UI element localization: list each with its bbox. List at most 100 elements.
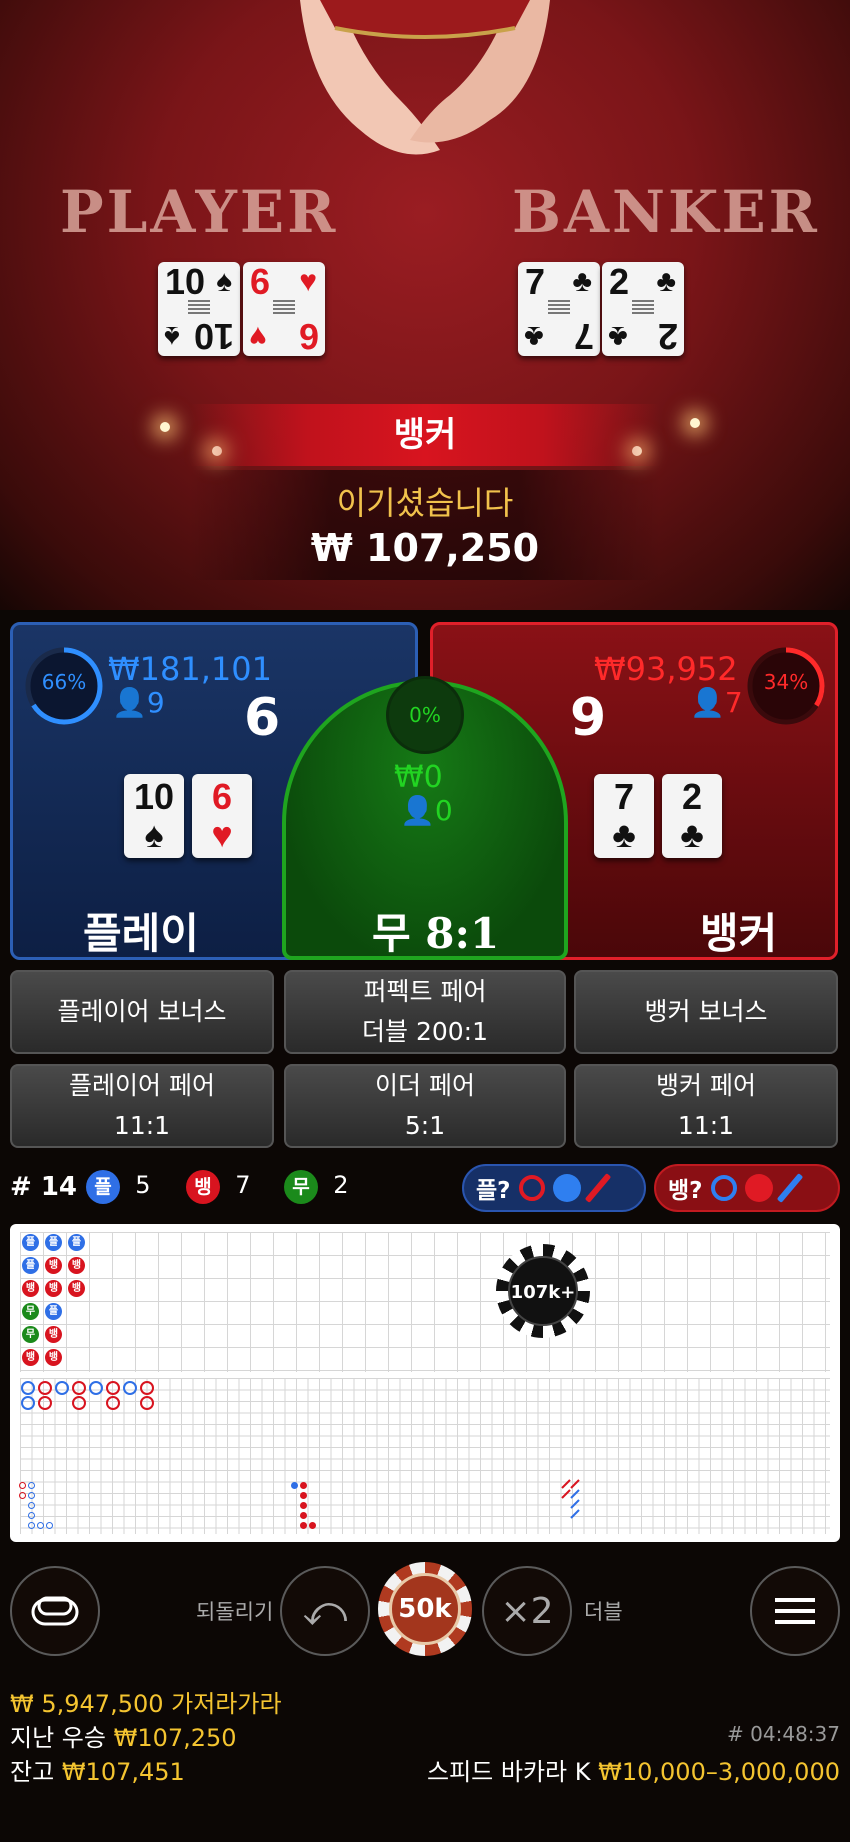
bead: 뱅 <box>68 1257 85 1274</box>
win-panel: 이기셨습니다 ₩ 107,250 <box>190 470 660 580</box>
big-eye-cell <box>28 1492 35 1499</box>
player-score: 6 <box>244 688 281 748</box>
menu-button[interactable] <box>750 1566 840 1656</box>
person-icon: 👤 <box>400 794 435 827</box>
big-road-cell <box>140 1381 154 1395</box>
double-button[interactable]: ×2 <box>482 1566 572 1656</box>
bead: 뱅 <box>45 1280 62 1297</box>
big-road-cell <box>38 1396 52 1410</box>
big-eye-cell <box>19 1492 26 1499</box>
table-icon <box>31 1596 79 1626</box>
small-road-cell <box>300 1482 307 1489</box>
chip-selector[interactable]: 50k <box>378 1562 472 1656</box>
big-road-cell <box>72 1381 86 1395</box>
big-road-cell <box>106 1396 120 1410</box>
double-label: 더블 <box>584 1600 623 1624</box>
big-road-cell <box>106 1381 120 1395</box>
banker-bettor-count: 👤7 <box>690 686 743 719</box>
player-bettor-count: 👤9 <box>112 686 165 719</box>
banker-pair-button[interactable]: 뱅커 페어 11:1 <box>574 1064 838 1148</box>
big-eye-cell <box>37 1522 44 1529</box>
player-win-count: 플 5 <box>86 1170 151 1204</box>
big-eye-cell <box>28 1512 35 1519</box>
small-road-cell <box>300 1492 307 1499</box>
small-road-cell <box>300 1522 307 1529</box>
tie-win-count: 무 2 <box>284 1170 349 1204</box>
table-player-card-2: 6 ♥ 6 ♥ <box>243 262 325 357</box>
small-road-cell <box>309 1522 316 1529</box>
game-time: # 04:48:37 <box>727 1722 840 1746</box>
table-view-button[interactable] <box>10 1566 100 1656</box>
big-road-cell <box>140 1396 154 1410</box>
last-win-info: 지난 우승 ₩107,250 <box>10 1724 237 1752</box>
player-bonus-button[interactable]: 플레이어 보너스 <box>10 970 274 1054</box>
dealer-table-video: PLAYER BANKER 10 ♠ 10 ♠ 6 ♥ 6 ♥ 7 ♣ 7 ♣ 2 ♣ 2 ♣ … <box>0 0 850 610</box>
player-total-bet: ₩181,101 <box>108 650 272 688</box>
big-road-cell <box>72 1396 86 1410</box>
hamburger-icon <box>775 1598 815 1624</box>
balance-info: 잔고 ₩107,451 <box>10 1758 185 1786</box>
undo-label: 되돌리기 <box>196 1600 274 1624</box>
banker-card-2: 2 ♣ <box>662 774 722 858</box>
banker-prediction-button[interactable]: 뱅? <box>654 1164 840 1212</box>
banker-score: 9 <box>570 688 607 748</box>
bead: 뱅 <box>22 1280 39 1297</box>
banker-table-label: BANKER <box>512 178 820 246</box>
undo-icon: ⤺ <box>302 1586 348 1635</box>
bead: 뱅 <box>45 1349 62 1366</box>
bead: 플 <box>45 1234 62 1251</box>
bet-chip-marker: 107k+ <box>496 1244 590 1338</box>
bead: 플 <box>22 1234 39 1251</box>
tie-percent: 0% <box>386 676 464 754</box>
table-banker-card-1: 7 ♣ 7 ♣ <box>518 262 600 357</box>
win-title: 이기셨습니다 <box>336 484 514 522</box>
player-pair-button[interactable]: 플레이어 페어 11:1 <box>10 1064 274 1148</box>
sparkle <box>690 418 700 428</box>
tie-total-bet: ₩0 <box>394 760 443 795</box>
scoreboard-roads[interactable]: 플 플 뱅 무 무 뱅 플 뱅 뱅 플 뱅 뱅 플 뱅 뱅 <box>10 1224 840 1542</box>
tie-bettor-count: 👤0 <box>400 794 453 827</box>
player-card-1: 10 ♠ <box>124 774 184 858</box>
big-eye-cell <box>28 1502 35 1509</box>
dealer-hands <box>300 0 550 155</box>
player-percent: 66% <box>41 670 87 694</box>
big-road-cell <box>21 1396 35 1410</box>
banker-win-count: 뱅 7 <box>186 1170 251 1204</box>
table-banker-card-2: 2 ♣ 2 ♣ <box>602 262 684 357</box>
sparkle <box>160 422 170 432</box>
win-amount: ₩ 107,250 <box>310 526 540 570</box>
big-road-cell <box>38 1381 52 1395</box>
big-eye-cell <box>46 1522 53 1529</box>
small-road-cell <box>291 1482 298 1489</box>
jackpot-info: ₩ 5,947,500 가저라가라 <box>10 1690 282 1718</box>
small-road-cell <box>300 1512 307 1519</box>
cockroach-road <box>561 1479 580 1519</box>
round-number: # 14 <box>10 1172 78 1202</box>
bead: 플 <box>68 1234 85 1251</box>
big-road-cell <box>21 1381 35 1395</box>
undo-button[interactable]: ⤺ <box>280 1566 370 1656</box>
player-card-2: 6 ♥ <box>192 774 252 858</box>
player-prediction-button[interactable]: 플? <box>462 1164 646 1212</box>
perfect-pair-button[interactable]: 퍼펙트 페어 더블 200:1 <box>284 970 566 1054</box>
small-road-cell <box>300 1502 307 1509</box>
big-eye-cell <box>19 1482 26 1489</box>
player-table-label: PLAYER <box>60 178 339 246</box>
banker-bonus-button[interactable]: 뱅커 보너스 <box>574 970 838 1054</box>
banker-card-1: 7 ♣ <box>594 774 654 858</box>
big-road-cell <box>123 1381 137 1395</box>
big-road-cell <box>89 1381 103 1395</box>
person-icon: 👤 <box>112 686 147 719</box>
bead: 플 <box>45 1303 62 1320</box>
banker-bet-label: 뱅커 <box>700 909 778 958</box>
bead: 무 <box>22 1326 39 1343</box>
bead: 뱅 <box>68 1280 85 1297</box>
tie-bet-label: 무 8:1 <box>372 909 500 958</box>
big-eye-cell <box>28 1482 35 1489</box>
bead: 무 <box>22 1303 39 1320</box>
result-banner: 뱅커 <box>190 404 660 466</box>
table-player-card-1: 10 ♠ 10 ♠ <box>158 262 240 357</box>
big-eye-cell <box>28 1522 35 1529</box>
big-road-cell <box>55 1381 69 1395</box>
either-pair-button[interactable]: 이더 페어 5:1 <box>284 1064 566 1148</box>
